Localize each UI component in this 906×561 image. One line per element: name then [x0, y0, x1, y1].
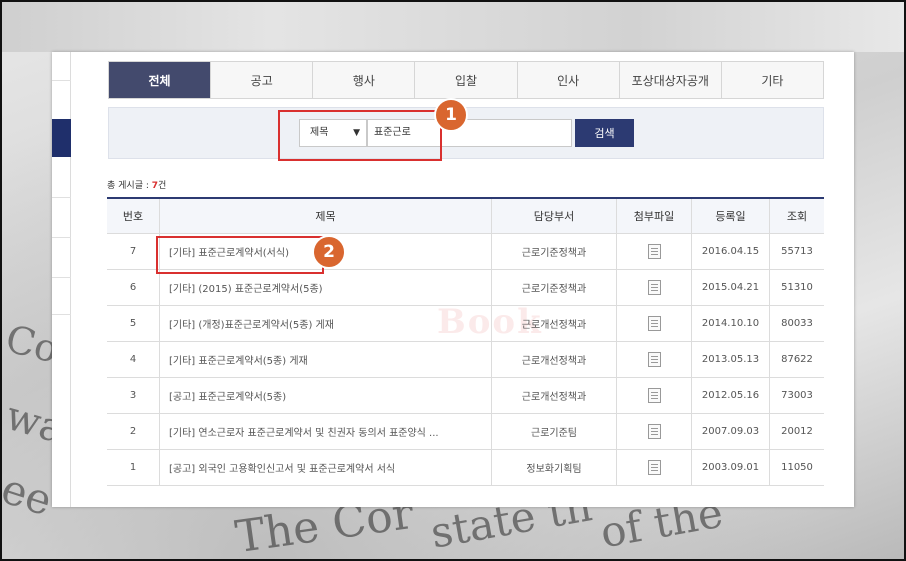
- row-views: 51310: [769, 270, 824, 305]
- tab-event[interactable]: 행사: [312, 62, 414, 98]
- tab-award[interactable]: 포상대상자공개: [618, 62, 721, 98]
- tab-bid[interactable]: 입찰: [414, 62, 516, 98]
- row-dept: 근로개선정책과: [491, 342, 616, 377]
- attachment-cell: [616, 414, 691, 449]
- tab-all[interactable]: 전체: [109, 62, 211, 98]
- document-icon[interactable]: [647, 244, 661, 259]
- table-row: 5 [기타] (개정)표준근로계약서(5종) 게재 근로개선정책과 2014.1…: [107, 306, 824, 342]
- attachment-cell: [616, 270, 691, 305]
- row-views: 20012: [769, 414, 824, 449]
- total-label: 총 게시글 :: [107, 181, 152, 191]
- document-icon[interactable]: [647, 388, 661, 403]
- row-title-link[interactable]: [기타] (2015) 표준근로계약서(5종): [159, 270, 491, 305]
- header-title: 제목: [159, 199, 491, 233]
- row-date: 2007.09.03: [691, 414, 769, 449]
- total-count: 총 게시글 : 7건: [107, 178, 166, 191]
- row-no: 3: [129, 390, 137, 401]
- row-views: 55713: [769, 234, 824, 269]
- row-title-link[interactable]: [공고] 표준근로계약서(5종): [159, 378, 491, 413]
- header-date: 등록일: [691, 199, 769, 233]
- row-dept: 근로기준팀: [491, 414, 616, 449]
- row-no: 2: [129, 426, 137, 437]
- document-icon[interactable]: [647, 424, 661, 439]
- tab-personnel[interactable]: 인사: [516, 62, 619, 98]
- row-date: 2016.04.15: [691, 234, 769, 269]
- table-row: 1 [공고] 외국인 고용확인신고서 및 표준근로계약서 서식 정보화기획팀 2…: [107, 450, 824, 486]
- row-views: 87622: [769, 342, 824, 377]
- document-icon[interactable]: [647, 280, 661, 295]
- tab-notice[interactable]: 공고: [210, 62, 312, 98]
- document-icon[interactable]: [647, 460, 661, 475]
- row-no: 7: [129, 246, 137, 257]
- header-no: 번호: [122, 210, 144, 223]
- table-row: 4 [기타] 표준근로계약서(5종) 게재 근로개선정책과 2013.05.13…: [107, 342, 824, 378]
- step-badge-1: 1: [434, 98, 468, 132]
- row-title-link[interactable]: [기타] 표준근로계약서(5종) 게재: [159, 342, 491, 377]
- row-no: 5: [129, 318, 137, 329]
- attachment-cell: [616, 378, 691, 413]
- row-date: 2012.05.16: [691, 378, 769, 413]
- row-date: 2014.10.10: [691, 306, 769, 341]
- row-views: 11050: [769, 450, 824, 485]
- row-dept: 근로기준정책과: [491, 234, 616, 269]
- row-dept: 근로개선정책과: [491, 378, 616, 413]
- attachment-cell: [616, 450, 691, 485]
- row-date: 2013.05.13: [691, 342, 769, 377]
- table-header: 번호 제목 담당부서 첨부파일 등록일 조회: [107, 199, 824, 234]
- attachment-cell: [616, 234, 691, 269]
- header-dept: 담당부서: [491, 199, 616, 233]
- row-dept: 정보화기획팀: [491, 450, 616, 485]
- header-views: 조회: [769, 199, 824, 233]
- table-row: 2 [기타] 연소근로자 표준근로계약서 및 친권자 동의서 표준양식 ... …: [107, 414, 824, 450]
- document-icon[interactable]: [647, 352, 661, 367]
- row-no: 6: [129, 282, 137, 293]
- attachment-cell: [616, 306, 691, 341]
- row-views: 80033: [769, 306, 824, 341]
- header-file: 첨부파일: [616, 199, 691, 233]
- step-badge-2: 2: [312, 235, 346, 269]
- category-tabs: 전체 공고 행사 입찰 인사 포상대상자공개 기타: [108, 61, 824, 99]
- bg-text: ee: [0, 463, 59, 526]
- highlight-first-row: [156, 236, 324, 274]
- table-row: 6 [기타] (2015) 표준근로계약서(5종) 근로기준정책과 2015.0…: [107, 270, 824, 306]
- row-date: 2015.04.21: [691, 270, 769, 305]
- row-no: 4: [129, 354, 137, 365]
- table-row: 3 [공고] 표준근로계약서(5종) 근로개선정책과 2012.05.16 73…: [107, 378, 824, 414]
- document-icon[interactable]: [647, 316, 661, 331]
- row-date: 2003.09.01: [691, 450, 769, 485]
- row-no: 1: [129, 462, 137, 473]
- search-button[interactable]: 검색: [575, 119, 634, 147]
- row-title-link[interactable]: [공고] 외국인 고용확인신고서 및 표준근로계약서 서식: [159, 450, 491, 485]
- row-title-link[interactable]: [기타] (개정)표준근로계약서(5종) 게재: [159, 306, 491, 341]
- attachment-cell: [616, 342, 691, 377]
- row-title-link[interactable]: [기타] 연소근로자 표준근로계약서 및 친권자 동의서 표준양식 ...: [159, 414, 491, 449]
- row-dept: 근로개선정책과: [491, 306, 616, 341]
- tab-etc[interactable]: 기타: [720, 62, 823, 98]
- sidebar-active-item[interactable]: [52, 119, 71, 157]
- total-unit: 건: [158, 181, 167, 191]
- highlight-search-box: [278, 110, 442, 161]
- row-views: 73003: [769, 378, 824, 413]
- left-sidebar: [52, 52, 71, 507]
- row-dept: 근로기준정책과: [491, 270, 616, 305]
